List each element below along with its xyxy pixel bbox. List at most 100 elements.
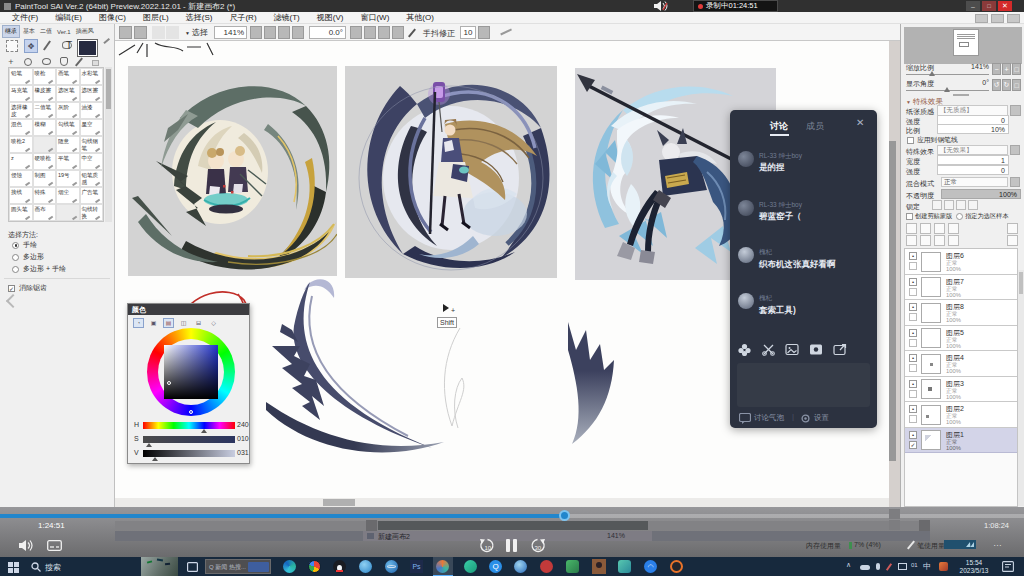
brush-tab-1[interactable]: 继承 — [2, 25, 20, 38]
wheel-mode-button[interactable]: ◔ — [133, 318, 144, 328]
menu-other[interactable]: 其他(O) — [406, 12, 434, 23]
angle-reset-button[interactable] — [392, 26, 404, 39]
picker-tool[interactable] — [75, 58, 83, 67]
brush-cell[interactable]: 平笔 — [56, 153, 80, 170]
clip-checkbox[interactable] — [906, 213, 913, 220]
menu-select[interactable]: 选择(S) — [186, 12, 213, 23]
rotate-view-tool[interactable] — [42, 58, 51, 65]
picker-mode-button[interactable]: ◇ — [208, 318, 219, 328]
h-slider[interactable] — [143, 422, 235, 429]
move-tool[interactable]: ✥ — [24, 39, 38, 53]
pinned-widget[interactable]: Q 新闻 热搜... — [205, 559, 271, 574]
color-dialog-titlebar[interactable]: 颜色 — [128, 304, 249, 315]
layer-visible-checkbox[interactable]: • — [909, 329, 917, 337]
stabilizer-field[interactable]: 10 — [460, 26, 476, 39]
undo-button[interactable] — [119, 26, 132, 39]
brush-cell[interactable]: 二值笔 — [33, 102, 57, 119]
merge-button[interactable] — [948, 223, 959, 234]
tray-ime-lang[interactable]: 中 — [923, 561, 931, 572]
brush-cell[interactable]: 接线 — [9, 187, 33, 204]
brush-cell[interactable]: 画笔 — [56, 68, 80, 85]
doc-close-button[interactable] — [1007, 14, 1020, 23]
canvas-hscrollbar[interactable] — [115, 498, 889, 507]
chat-bubble-toggle[interactable]: 讨论气泡 — [754, 413, 784, 423]
lock-all-button[interactable] — [968, 200, 978, 210]
panel-collapse-icon[interactable] — [6, 294, 20, 308]
menu-filter[interactable]: 滤镜(T) — [274, 12, 300, 23]
taskbar-app-green[interactable] — [566, 560, 579, 573]
taskbar-app-10[interactable] — [514, 560, 527, 573]
menu-file[interactable]: 文件(F) — [12, 12, 38, 23]
paper-menu-button[interactable] — [1010, 105, 1021, 116]
clear-layer-button[interactable] — [1007, 223, 1018, 234]
layer-visible-checkbox[interactable]: • — [909, 354, 917, 362]
layer-visible-checkbox[interactable]: • — [909, 380, 917, 388]
taskbar-app-photoshop[interactable]: Ps — [410, 560, 423, 573]
video-playhead[interactable] — [559, 510, 570, 521]
strength2-input[interactable]: 0 — [937, 165, 1009, 175]
chat-input[interactable] — [737, 363, 870, 407]
lock-edit-button[interactable] — [956, 200, 966, 210]
nav-rotate-ccw-button[interactable]: ↺ — [992, 79, 1001, 91]
brush-cell[interactable]: 橡皮擦 — [33, 85, 57, 102]
width-input[interactable]: 1 — [937, 155, 1009, 165]
tool-slot-2[interactable] — [166, 26, 179, 39]
text-tool[interactable]: T — [64, 39, 74, 52]
antialias-checkbox[interactable]: ✓ — [8, 285, 15, 292]
taskbar-app-qq[interactable] — [333, 560, 346, 573]
tray-mic-icon[interactable] — [876, 563, 880, 570]
redo-button[interactable] — [134, 26, 147, 39]
tray-cloud-icon[interactable] — [860, 565, 870, 570]
player-volume-icon[interactable] — [18, 539, 34, 552]
taskbar-app-q[interactable]: Q — [489, 560, 502, 573]
tool-extra-icon[interactable] — [103, 38, 109, 44]
task-view-icon[interactable] — [187, 562, 198, 572]
taskbar-app-teal[interactable] — [464, 560, 477, 573]
start-button[interactable] — [8, 562, 19, 573]
stabilizer-toggle-button[interactable] — [478, 26, 490, 39]
brush-cell[interactable]: 广告笔 — [80, 187, 104, 204]
swatch-mode-button[interactable]: ⊟ — [193, 318, 204, 328]
tool-slot-1[interactable] — [152, 26, 165, 39]
brush-cell[interactable]: 选区擦 — [80, 85, 104, 102]
player-subtitle-icon[interactable] — [47, 540, 62, 551]
layer-row[interactable]: • 图层4 正常 100% — [905, 351, 1017, 377]
radio-freehand[interactable] — [12, 242, 19, 249]
zoom-field[interactable]: 141% — [214, 26, 247, 39]
settings-gear-icon[interactable] — [800, 413, 811, 424]
chat-tab-members[interactable]: 成员 — [806, 120, 824, 133]
lock-move-button[interactable] — [944, 200, 954, 210]
new-mask-button[interactable] — [934, 223, 945, 234]
taskbar-app-drop[interactable] — [359, 560, 372, 573]
brush-cell[interactable]: 铅笔 — [9, 68, 33, 85]
hand-tool[interactable] — [60, 57, 68, 66]
brush-cell[interactable]: 侵蚀 — [9, 170, 33, 187]
brush-cell[interactable] — [56, 204, 80, 221]
taskbar-app-avatar[interactable] — [592, 559, 606, 574]
layer-row[interactable]: • 图层6 正常 100% — [905, 249, 1017, 275]
brush-cell[interactable]: 圆头笔 — [9, 204, 33, 221]
doc-minimize-button[interactable] — [975, 14, 988, 23]
bubble-icon[interactable] — [739, 413, 751, 424]
forward-30-icon[interactable]: 30 — [529, 538, 546, 553]
layer-visible-checkbox[interactable]: • — [909, 303, 917, 311]
layer-visible-checkbox[interactable]: • — [909, 431, 917, 439]
zoom-in-button[interactable] — [264, 26, 276, 39]
brush-cell[interactable]: 喷枪 — [33, 68, 57, 85]
brush-cell[interactable]: 模糊 — [33, 119, 57, 136]
pen-cursor-tool[interactable] — [43, 40, 51, 50]
brush-cell[interactable]: 喷枪2 — [9, 136, 33, 153]
zoom-out-button[interactable] — [250, 26, 262, 39]
taskbar-app-quark[interactable]: ◠ — [644, 560, 657, 573]
brush-cell[interactable]: 制图 — [33, 170, 57, 187]
nav-zoom-slider[interactable] — [906, 74, 989, 75]
menu-view[interactable]: 视图(V) — [317, 12, 344, 23]
layer-row[interactable]: • 图层7 正常 100% — [905, 275, 1017, 301]
chat-settings[interactable]: 设置 — [814, 413, 829, 423]
scale-input[interactable]: 10% — [937, 124, 1009, 134]
brush-cell[interactable]: 马克笔 — [9, 85, 33, 102]
brush-cell[interactable]: 画布 — [33, 204, 57, 221]
doc-restore-button[interactable] — [991, 14, 1004, 23]
blend-menu-button[interactable] — [1010, 177, 1020, 187]
nav-zoom-in-button[interactable]: + — [1002, 63, 1011, 75]
